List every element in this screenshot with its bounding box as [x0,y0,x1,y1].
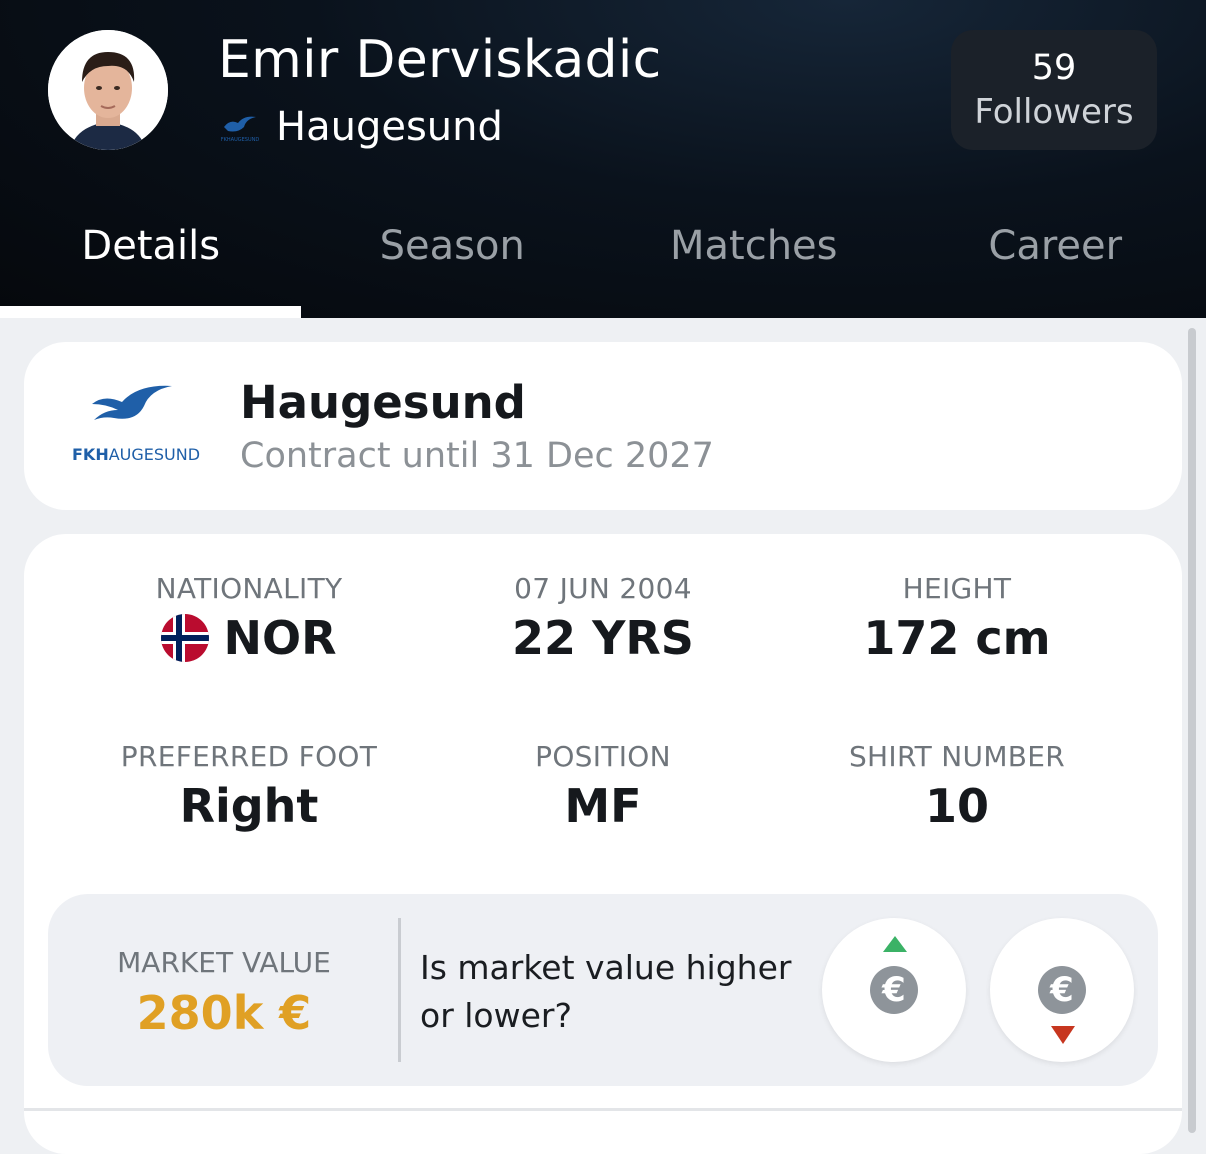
nationality-code: NOR [223,611,336,665]
tab-season[interactable]: Season [302,200,604,292]
contract-info: Contract until 31 Dec 2027 [240,436,714,476]
followers-count: 59 [1032,46,1077,90]
position-label: POSITION [426,740,780,773]
shirt-number-cell: SHIRT NUMBER 10 [780,740,1134,833]
club-card[interactable]: FKHAUGESUND Haugesund Contract until 31 … [24,342,1182,510]
player-avatar [48,30,168,150]
shirt-number-label: SHIRT NUMBER [780,740,1134,773]
euro-icon: € [1038,966,1086,1014]
nationality-value: NOR [72,611,426,665]
market-value-label: MARKET VALUE [48,946,400,979]
active-tab-indicator [0,306,301,318]
club-logo-icon: FKHAUGESUND [64,376,214,476]
height-cell: HEIGHT 172 cm [780,572,1134,665]
market-value-section: MARKET VALUE 280k € [48,894,400,1086]
club-name: Haugesund [240,376,526,429]
euro-icon: € [870,966,918,1014]
preferred-foot-label: PREFERRED FOOT [72,740,426,773]
tab-career[interactable]: Career [905,200,1206,292]
vote-lower-button[interactable]: € [990,918,1134,1062]
tab-bar: Details Season Matches Career [0,200,1206,318]
svg-text:FKHAUGESUND: FKHAUGESUND [72,445,200,464]
shirt-number-value: 10 [780,779,1134,833]
arrow-up-icon [883,936,907,952]
date-of-birth: 07 JUN 2004 [426,572,780,605]
tab-details[interactable]: Details [0,200,302,292]
followers-label: Followers [974,90,1133,134]
player-header: Emir Derviskadic FKHAUGESUND Haugesund 5… [0,0,1206,318]
position-cell: POSITION MF [426,740,780,833]
preferred-foot-cell: PREFERRED FOOT Right [72,740,426,833]
team-logo-icon: FKHAUGESUND [214,111,266,143]
market-value-box: MARKET VALUE 280k € Is market value high… [48,894,1158,1086]
team-name: Haugesund [276,104,503,150]
preferred-foot-value: Right [72,779,426,833]
svg-text:FKHAUGESUND: FKHAUGESUND [221,137,260,143]
divider [398,918,401,1062]
scrollbar[interactable] [1188,328,1196,1133]
norway-flag-icon [161,614,209,662]
position-value: MF [426,779,780,833]
age-value: 22 YRS [426,611,780,665]
player-details-card: NATIONALITY NOR 07 JUN 2004 22 YRS HEIGH… [24,534,1182,1154]
player-name: Emir Derviskadic [218,30,662,90]
height-label: HEIGHT [780,572,1134,605]
nationality-label: NATIONALITY [72,572,426,605]
market-value-amount: 280k € [48,986,400,1040]
height-value: 172 cm [780,611,1134,665]
nationality-cell: NATIONALITY NOR [72,572,426,665]
tab-matches[interactable]: Matches [603,200,905,292]
vote-higher-button[interactable]: € [822,918,966,1062]
followers-button[interactable]: 59 Followers [951,30,1157,150]
section-divider [24,1108,1182,1111]
market-value-question: Is market value higher or lower? [420,944,810,1040]
team-link[interactable]: FKHAUGESUND Haugesund [214,102,503,152]
arrow-down-icon [1051,1026,1075,1044]
age-cell: 07 JUN 2004 22 YRS [426,572,780,665]
